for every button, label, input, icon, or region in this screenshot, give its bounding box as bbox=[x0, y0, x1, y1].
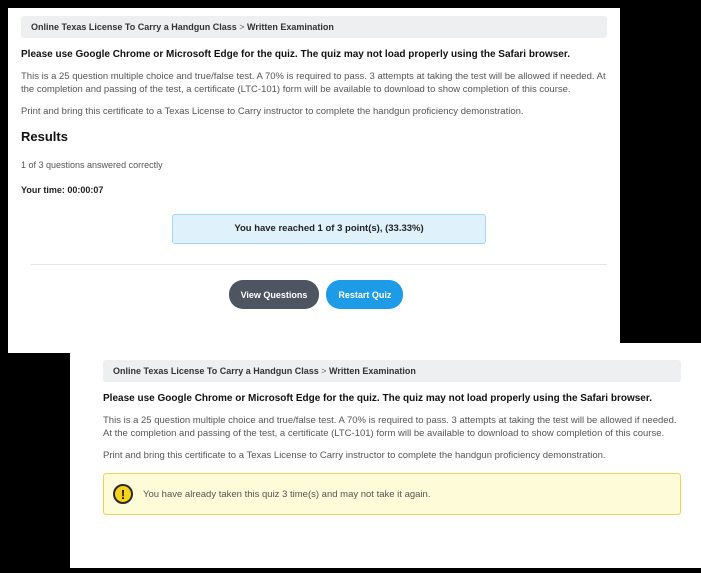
results-heading: Results bbox=[21, 129, 68, 144]
breadcrumb-course-link[interactable]: Online Texas License To Carry a Handgun … bbox=[31, 22, 237, 32]
points-summary: You have reached 1 of 3 point(s), (33.33… bbox=[172, 214, 486, 244]
warning-icon: ! bbox=[113, 484, 133, 504]
view-questions-button[interactable]: View Questions bbox=[228, 280, 320, 309]
quiz-description: This is a 25 question multiple choice an… bbox=[103, 415, 677, 439]
quiz-results-panel: Online Texas License To Carry a Handgun … bbox=[8, 8, 620, 353]
attempts-warning: ! You have already taken this quiz 3 tim… bbox=[103, 473, 681, 515]
time-label: Your time: bbox=[21, 185, 65, 195]
breadcrumb-separator: > bbox=[321, 366, 327, 376]
warning-text: You have already taken this quiz 3 time(… bbox=[143, 488, 431, 500]
browser-notice: Please use Google Chrome or Microsoft Ed… bbox=[103, 393, 652, 404]
answered-count: 1 of 3 questions answered correctly bbox=[21, 160, 163, 170]
print-instruction: Print and bring this certificate to a Te… bbox=[103, 450, 606, 461]
time-value: 00:00:07 bbox=[67, 185, 104, 195]
restart-quiz-button[interactable]: Restart Quiz bbox=[326, 280, 404, 309]
quiz-time: Your time: 00:00:07 bbox=[21, 185, 607, 195]
result-actions: View Questions Restart Quiz bbox=[21, 280, 607, 309]
breadcrumb-current-page: Written Examination bbox=[329, 366, 416, 376]
browser-notice: Please use Google Chrome or Microsoft Ed… bbox=[21, 49, 570, 60]
quiz-description: This is a 25 question multiple choice an… bbox=[21, 71, 606, 95]
breadcrumb-course-link[interactable]: Online Texas License To Carry a Handgun … bbox=[113, 366, 319, 376]
print-instruction: Print and bring this certificate to a Te… bbox=[21, 106, 524, 117]
quiz-locked-panel: Online Texas License To Carry a Handgun … bbox=[70, 343, 701, 568]
breadcrumb-current-page: Written Examination bbox=[247, 22, 334, 32]
breadcrumb-separator: > bbox=[239, 22, 245, 32]
breadcrumb: Online Texas License To Carry a Handgun … bbox=[21, 16, 607, 38]
breadcrumb: Online Texas License To Carry a Handgun … bbox=[103, 360, 681, 382]
divider bbox=[31, 264, 607, 265]
